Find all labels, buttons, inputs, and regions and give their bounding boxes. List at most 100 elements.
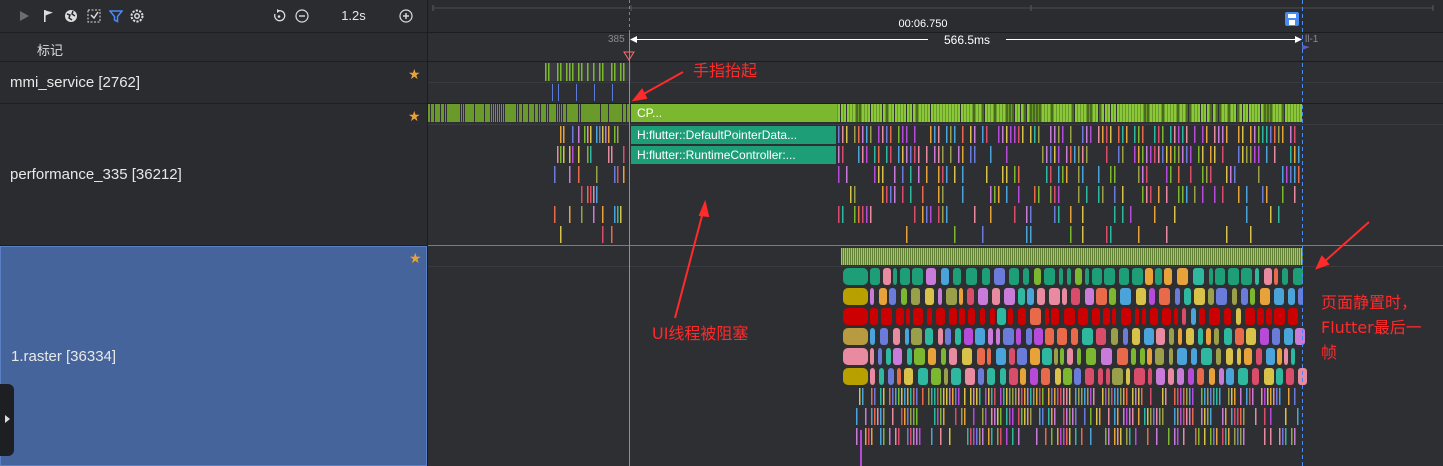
trace-mark [1241, 288, 1248, 305]
trace-mark [1177, 368, 1184, 385]
trace-mark [1186, 126, 1188, 143]
play-icon[interactable] [16, 8, 32, 24]
trace-mark [883, 104, 885, 122]
globe-icon[interactable] [63, 8, 79, 24]
trace-mark [890, 146, 892, 163]
trace-mark [934, 146, 936, 163]
trace-mark [1209, 308, 1220, 325]
lane-raster[interactable]: 1.raster [36334] ★ [0, 246, 427, 466]
zoom-out-icon[interactable] [294, 8, 310, 24]
trace-mark [1090, 104, 1092, 122]
trace-mark [1252, 388, 1254, 405]
trace-mark [1216, 288, 1227, 305]
trace-mark [1173, 248, 1175, 265]
trace-mark [1105, 428, 1107, 445]
trace-mark [1185, 248, 1187, 265]
trace-mark [955, 248, 957, 265]
trace-mark [870, 206, 872, 223]
trace-mark [981, 248, 983, 265]
trace-mark [1269, 248, 1271, 265]
trace-mark [1096, 328, 1106, 345]
timeline-canvas[interactable]: 00:06.750 385 ll-1 566.5ms CP... H:flutt… [428, 0, 1443, 466]
trace-mark [1186, 408, 1188, 425]
trace-mark [988, 388, 990, 405]
trace-mark [1030, 104, 1032, 122]
trace-mark [904, 388, 906, 405]
trace-mark [974, 206, 976, 223]
trace-mark [961, 248, 963, 265]
trace-mark [1249, 104, 1251, 122]
filter-icon[interactable] [108, 8, 124, 24]
trace-mark [1161, 248, 1163, 265]
trace-mark [880, 408, 882, 425]
trace-mark [1066, 408, 1068, 425]
trace-mark [1288, 288, 1295, 305]
trace-mark [440, 104, 441, 122]
trace-mark [1222, 146, 1224, 163]
trace-mark [602, 63, 604, 81]
trace-mark [1216, 104, 1218, 122]
star-icon[interactable]: ★ [408, 66, 421, 83]
trace-mark [968, 308, 975, 325]
trace-mark [528, 104, 529, 122]
trace-mark [904, 104, 906, 122]
trace-mark [861, 248, 863, 265]
trace-mark [982, 428, 984, 445]
trace-mark [1122, 206, 1124, 223]
trace-mark [612, 84, 613, 101]
trace-mark [1045, 104, 1047, 122]
trace-mark [922, 104, 924, 122]
settings-icon[interactable] [129, 8, 145, 24]
trace-mark [1207, 248, 1209, 265]
trace-mark [1045, 248, 1047, 265]
trace-mark [1054, 104, 1056, 122]
slice-default-pointer-data[interactable]: H:flutter::DefaultPointerData... [631, 126, 836, 144]
trace-mark [1034, 268, 1041, 285]
trace-mark [614, 126, 616, 143]
trace-mark [882, 126, 884, 143]
trace-mark [1214, 186, 1216, 203]
slice-cpu[interactable]: CP... [631, 104, 677, 122]
star-icon[interactable]: ★ [409, 250, 422, 267]
trace-mark [1191, 348, 1197, 365]
trace-mark [580, 104, 581, 122]
trace-mark [1206, 126, 1208, 143]
trace-mark [1175, 248, 1177, 265]
trace-mark [1155, 248, 1157, 265]
trace-mark [1162, 388, 1164, 405]
trace-mark [1288, 308, 1298, 325]
trace-mark [1204, 408, 1206, 425]
collapse-handle[interactable] [0, 384, 14, 456]
trace-mark [892, 388, 894, 405]
trace-mark [859, 388, 861, 405]
zoom-in-icon[interactable] [398, 8, 414, 24]
trace-mark [430, 104, 431, 122]
trace-mark [1070, 206, 1072, 223]
trace-mark [1123, 408, 1125, 425]
trace-mark [923, 248, 925, 265]
trace-mark [1069, 408, 1071, 425]
trace-mark [991, 428, 993, 445]
lane-performance[interactable]: performance_335 [36212] ★ [0, 104, 427, 246]
save-icon[interactable] [1285, 12, 1299, 26]
trace-mark [1237, 104, 1239, 122]
trace-mark [863, 248, 865, 265]
trace-mark [851, 248, 853, 265]
select-icon[interactable] [86, 8, 102, 24]
trace-mark [1260, 104, 1261, 122]
trace-mark [1201, 348, 1212, 365]
trace-mark [997, 428, 999, 445]
trace-mark [1041, 368, 1050, 385]
timeline-panel[interactable]: 00:06.750 385 ll-1 566.5ms CP... H:flutt… [428, 0, 1443, 466]
trace-mark [1242, 126, 1244, 143]
trace-mark [973, 248, 975, 265]
reset-icon[interactable] [271, 8, 287, 24]
lane-mmi-service[interactable]: mmi_service [2762] ★ [0, 62, 427, 104]
star-icon[interactable]: ★ [408, 108, 421, 125]
trace-mark [1114, 186, 1116, 203]
slice-runtime-controller[interactable]: H:flutter::RuntimeController:... [631, 146, 836, 164]
trace-mark [1029, 248, 1031, 265]
lane-name: performance_335 [36212] [10, 166, 182, 183]
flag-icon[interactable] [40, 8, 56, 24]
trace-mark [866, 146, 868, 163]
